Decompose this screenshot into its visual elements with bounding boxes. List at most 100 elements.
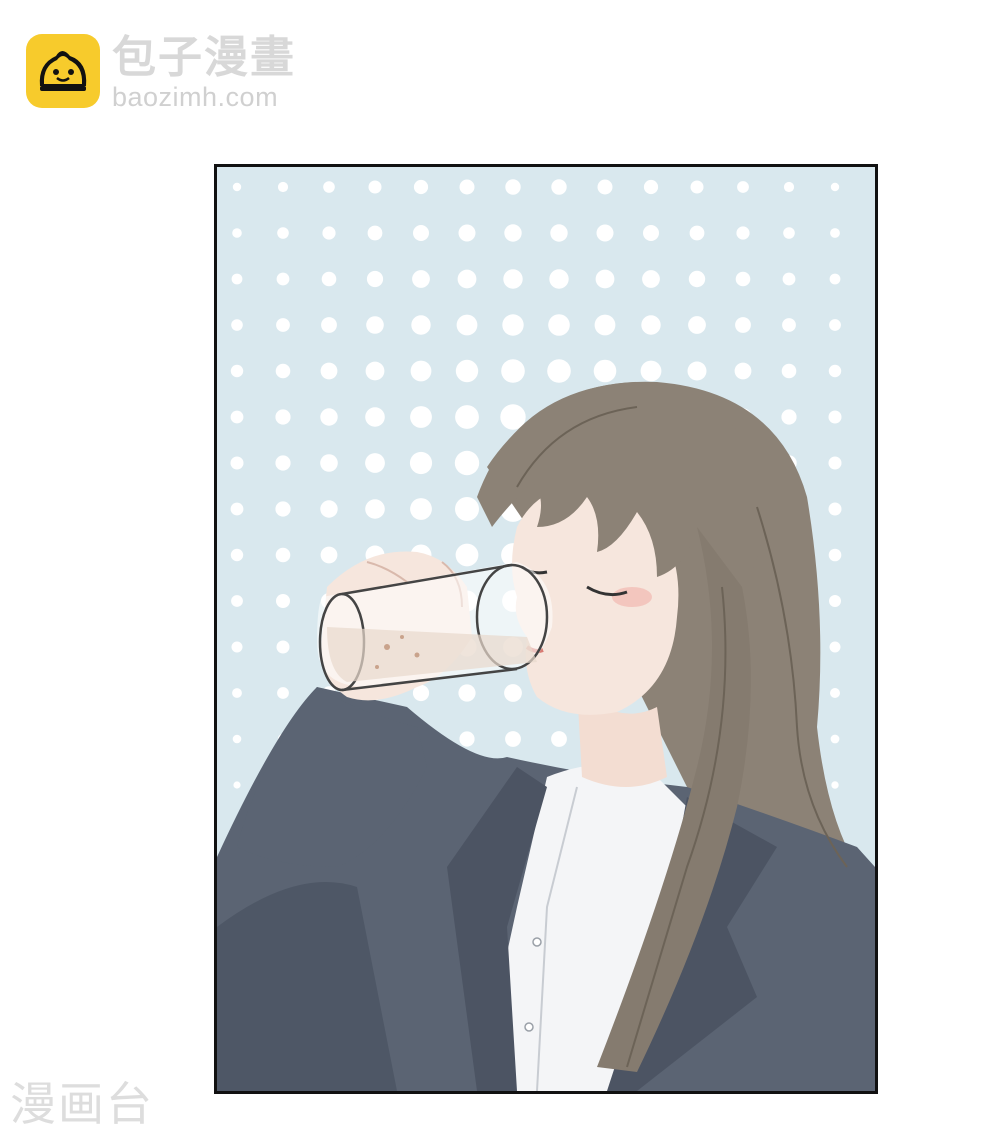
halftone-dot bbox=[232, 228, 242, 238]
halftone-dot bbox=[783, 181, 795, 193]
halftone-dot bbox=[231, 595, 243, 607]
bun-mascot-icon bbox=[26, 34, 100, 108]
halftone-dot bbox=[320, 362, 338, 380]
halftone-dot bbox=[595, 269, 615, 289]
halftone-dot bbox=[232, 734, 242, 744]
halftone-dot bbox=[366, 270, 384, 288]
halftone-dot bbox=[502, 314, 524, 336]
halftone-dot bbox=[412, 270, 430, 288]
halftone-dot bbox=[505, 179, 521, 195]
halftone-dot bbox=[413, 179, 429, 195]
halftone-dot bbox=[275, 501, 291, 517]
halftone-dot bbox=[275, 409, 291, 425]
halftone-dot bbox=[828, 548, 842, 562]
halftone-dot bbox=[368, 180, 382, 194]
halftone-dot bbox=[643, 225, 659, 241]
halftone-dot bbox=[459, 731, 475, 747]
halftone-dot bbox=[831, 781, 839, 789]
halftone-dot bbox=[230, 548, 244, 562]
halftone-dot bbox=[551, 731, 567, 747]
halftone-dot bbox=[643, 179, 659, 195]
halftone-dot bbox=[367, 225, 383, 241]
halftone-dot bbox=[596, 224, 614, 242]
halftone-dot bbox=[323, 181, 335, 193]
halftone-dot bbox=[828, 364, 842, 378]
halftone-dot bbox=[230, 502, 244, 516]
halftone-dot bbox=[829, 595, 841, 607]
halftone-dot bbox=[594, 314, 616, 336]
halftone-dot bbox=[411, 315, 431, 335]
halftone-dot bbox=[365, 361, 385, 381]
halftone-dot bbox=[459, 179, 475, 195]
halftone-dot bbox=[365, 407, 385, 427]
halftone-dot bbox=[320, 454, 338, 472]
halftone-dot bbox=[737, 181, 749, 193]
halftone-dot bbox=[366, 316, 384, 334]
halftone-dot bbox=[828, 410, 842, 424]
halftone-dot bbox=[231, 641, 243, 653]
halftone-dot bbox=[455, 359, 479, 383]
halftone-dot bbox=[830, 734, 840, 744]
halftone-dot bbox=[409, 451, 433, 475]
halftone-dot bbox=[230, 364, 244, 378]
halftone-dot bbox=[321, 271, 337, 287]
halftone-dot bbox=[455, 543, 479, 567]
halftone-dot bbox=[830, 182, 840, 192]
halftone-dot bbox=[782, 318, 796, 332]
comic-panel bbox=[214, 164, 878, 1094]
halftone-dot bbox=[276, 318, 290, 332]
halftone-dot bbox=[781, 409, 797, 425]
halftone-dot bbox=[231, 273, 243, 285]
halftone-dot bbox=[689, 225, 705, 241]
halftone-dot bbox=[320, 546, 338, 564]
halftone-dot bbox=[505, 731, 521, 747]
halftone-dot bbox=[783, 227, 795, 239]
halftone-dot bbox=[781, 363, 797, 379]
halftone-dot bbox=[275, 363, 291, 379]
halftone-dot bbox=[593, 359, 617, 383]
halftone-dot bbox=[782, 272, 796, 286]
halftone-dot bbox=[410, 406, 432, 428]
logo-name: 包子漫畫 bbox=[112, 32, 296, 83]
halftone-dot bbox=[233, 781, 241, 789]
halftone-dot bbox=[275, 455, 291, 471]
halftone-dot bbox=[734, 362, 752, 380]
halftone-dot bbox=[320, 500, 338, 518]
halftone-dot bbox=[641, 315, 661, 335]
halftone-dot bbox=[642, 270, 660, 288]
halftone-dot bbox=[277, 687, 289, 699]
halftone-dot bbox=[276, 272, 290, 286]
halftone-dot bbox=[548, 314, 570, 336]
halftone-dot bbox=[830, 228, 840, 238]
halftone-dot bbox=[828, 456, 842, 470]
halftone-dot bbox=[454, 450, 480, 476]
halftone-dot bbox=[735, 271, 751, 287]
halftone-dot bbox=[458, 684, 476, 702]
halftone-dot bbox=[550, 224, 568, 242]
halftone-dot bbox=[504, 224, 522, 242]
halftone-dot bbox=[365, 499, 385, 519]
halftone-dot bbox=[410, 360, 432, 382]
halftone-dot bbox=[829, 273, 841, 285]
halftone-dot bbox=[688, 270, 706, 288]
halftone-dot bbox=[365, 453, 385, 473]
halftone-dot bbox=[230, 410, 244, 424]
logo-url: baozimh.com bbox=[112, 82, 279, 112]
halftone-dot bbox=[458, 224, 476, 242]
halftone-dot bbox=[276, 640, 290, 654]
halftone-dot bbox=[597, 179, 613, 195]
halftone-dot bbox=[830, 688, 840, 698]
halftone-dot bbox=[690, 180, 704, 194]
halftone-dot bbox=[829, 319, 841, 331]
site-logo[interactable]: 包子漫畫 baozimh.com bbox=[26, 34, 296, 112]
halftone-dot bbox=[504, 684, 522, 702]
halftone-dot bbox=[455, 497, 479, 521]
halftone-dot bbox=[640, 360, 662, 382]
halftone-dot bbox=[501, 359, 525, 383]
halftone-dot bbox=[735, 317, 751, 333]
halftone-dot bbox=[322, 226, 336, 240]
halftone-dot bbox=[687, 361, 707, 381]
halftone-dot bbox=[276, 594, 290, 608]
watermark-text: 漫画台 bbox=[10, 1077, 154, 1131]
halftone-dot bbox=[275, 547, 291, 563]
